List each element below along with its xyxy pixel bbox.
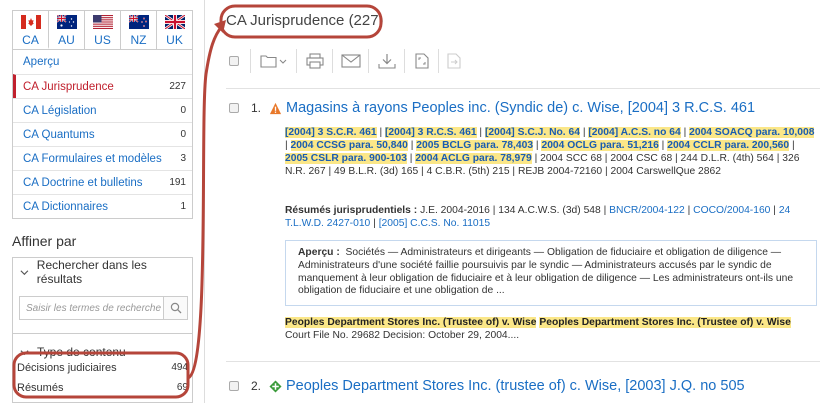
print-icon bbox=[305, 53, 324, 69]
result-title-link[interactable]: Peoples Department Stores Inc. (trustee … bbox=[286, 378, 745, 394]
select-all-checkbox[interactable] bbox=[229, 49, 251, 73]
uk-flag-icon bbox=[164, 15, 185, 29]
toolbar-divider bbox=[226, 88, 820, 89]
australia-flag-icon bbox=[56, 15, 77, 29]
source-item-apercu[interactable]: Aperçu bbox=[13, 50, 192, 74]
refine-title: Affiner par bbox=[12, 233, 77, 249]
download-button[interactable] bbox=[369, 49, 405, 73]
source-item-dictionnaires[interactable]: CA Dictionnaires 1 bbox=[13, 194, 192, 218]
email-button[interactable] bbox=[333, 49, 369, 73]
document-arrow-icon bbox=[447, 53, 461, 69]
new-zealand-flag-icon bbox=[128, 15, 149, 29]
country-tab-nz[interactable]: NZ bbox=[121, 11, 157, 49]
result-snippet: Peoples Department Stores Inc. (Trustee … bbox=[285, 317, 791, 341]
share-button[interactable] bbox=[439, 49, 469, 73]
result-title-link[interactable]: Magasins à rayons Peoples inc. (Syndic d… bbox=[286, 100, 755, 116]
country-tab-us[interactable]: US bbox=[85, 11, 121, 49]
left-panel: CA AU US NZ UK Aperçu CA Jurisprudence 2… bbox=[0, 0, 200, 403]
folder-icon bbox=[259, 55, 286, 68]
search-button[interactable] bbox=[163, 297, 187, 319]
refine-search bbox=[19, 296, 188, 320]
country-tab-au[interactable]: AU bbox=[49, 11, 85, 49]
result-item: 2. Peoples Department Stores Inc. (trust… bbox=[229, 378, 823, 398]
source-item-legislation[interactable]: CA Législation 0 bbox=[13, 98, 192, 122]
country-tabs: CA AU US NZ UK bbox=[12, 10, 193, 50]
source-item-formulaires[interactable]: CA Formulaires et modèles 3 bbox=[13, 146, 192, 170]
chevron-down-icon bbox=[20, 269, 29, 275]
checkbox-icon bbox=[229, 56, 239, 66]
search-icon bbox=[170, 302, 181, 314]
digest-link[interactable]: [2005] C.C.S. No. 11015 bbox=[379, 218, 490, 229]
green-plus-diamond-icon bbox=[269, 379, 282, 393]
result-checkbox[interactable] bbox=[229, 381, 239, 391]
source-item-quantums[interactable]: CA Quantums 0 bbox=[13, 122, 192, 146]
result-checkbox[interactable] bbox=[229, 103, 239, 113]
country-tab-uk[interactable]: UK bbox=[157, 11, 192, 49]
print-button[interactable] bbox=[297, 49, 333, 73]
warning-triangle-icon bbox=[269, 102, 282, 114]
email-icon bbox=[340, 54, 361, 68]
source-list: Aperçu CA Jurisprudence 227 CA Législatio… bbox=[12, 50, 193, 219]
source-item-doctrine[interactable]: CA Doctrine et bulletins 191 bbox=[13, 170, 192, 194]
result-item: 1. Magasins à rayons Peoples inc. (Syndi… bbox=[229, 100, 823, 355]
annotation-arrowhead bbox=[214, 20, 226, 33]
source-item-jurisprudence[interactable]: CA Jurisprudence 227 bbox=[13, 74, 192, 98]
page-title: CA Jurisprudence (227) bbox=[226, 12, 384, 29]
parallel-citations: [2004] 3 S.C.R. 461 | [2004] 3 R.C.S. 46… bbox=[285, 127, 815, 177]
download-icon bbox=[377, 54, 396, 69]
result-divider bbox=[226, 361, 820, 362]
facet-divider bbox=[13, 333, 192, 334]
search-in-results-toggle[interactable]: Rechercher dans les résultats bbox=[13, 258, 192, 286]
document-expand-icon bbox=[414, 53, 429, 69]
fullscreen-button[interactable] bbox=[405, 49, 439, 73]
country-tab-ca[interactable]: CA bbox=[13, 11, 49, 49]
folder-button[interactable] bbox=[251, 49, 297, 73]
chevron-down-icon bbox=[20, 349, 29, 355]
panel-divider bbox=[204, 0, 205, 403]
canada-flag-icon bbox=[20, 15, 41, 29]
case-digests: Résumés jurisprudentiels : J.E. 2004-201… bbox=[285, 205, 791, 229]
digest-link[interactable]: COCO/2004-160 bbox=[693, 205, 770, 216]
refine-facets: Rechercher dans les résultats Type de co… bbox=[12, 257, 193, 403]
usa-flag-icon bbox=[92, 15, 113, 29]
results-toolbar bbox=[229, 48, 469, 74]
type-item-resumes[interactable]: Résumés 69 bbox=[17, 382, 188, 394]
result-summary: Aperçu : Sociétés — Administrateurs et d… bbox=[285, 240, 817, 306]
type-item-decisions[interactable]: Décisions judiciaires 494 bbox=[17, 362, 188, 374]
digest-link[interactable]: BNCR/2004-122 bbox=[609, 205, 685, 216]
refine-search-input[interactable] bbox=[20, 297, 163, 319]
